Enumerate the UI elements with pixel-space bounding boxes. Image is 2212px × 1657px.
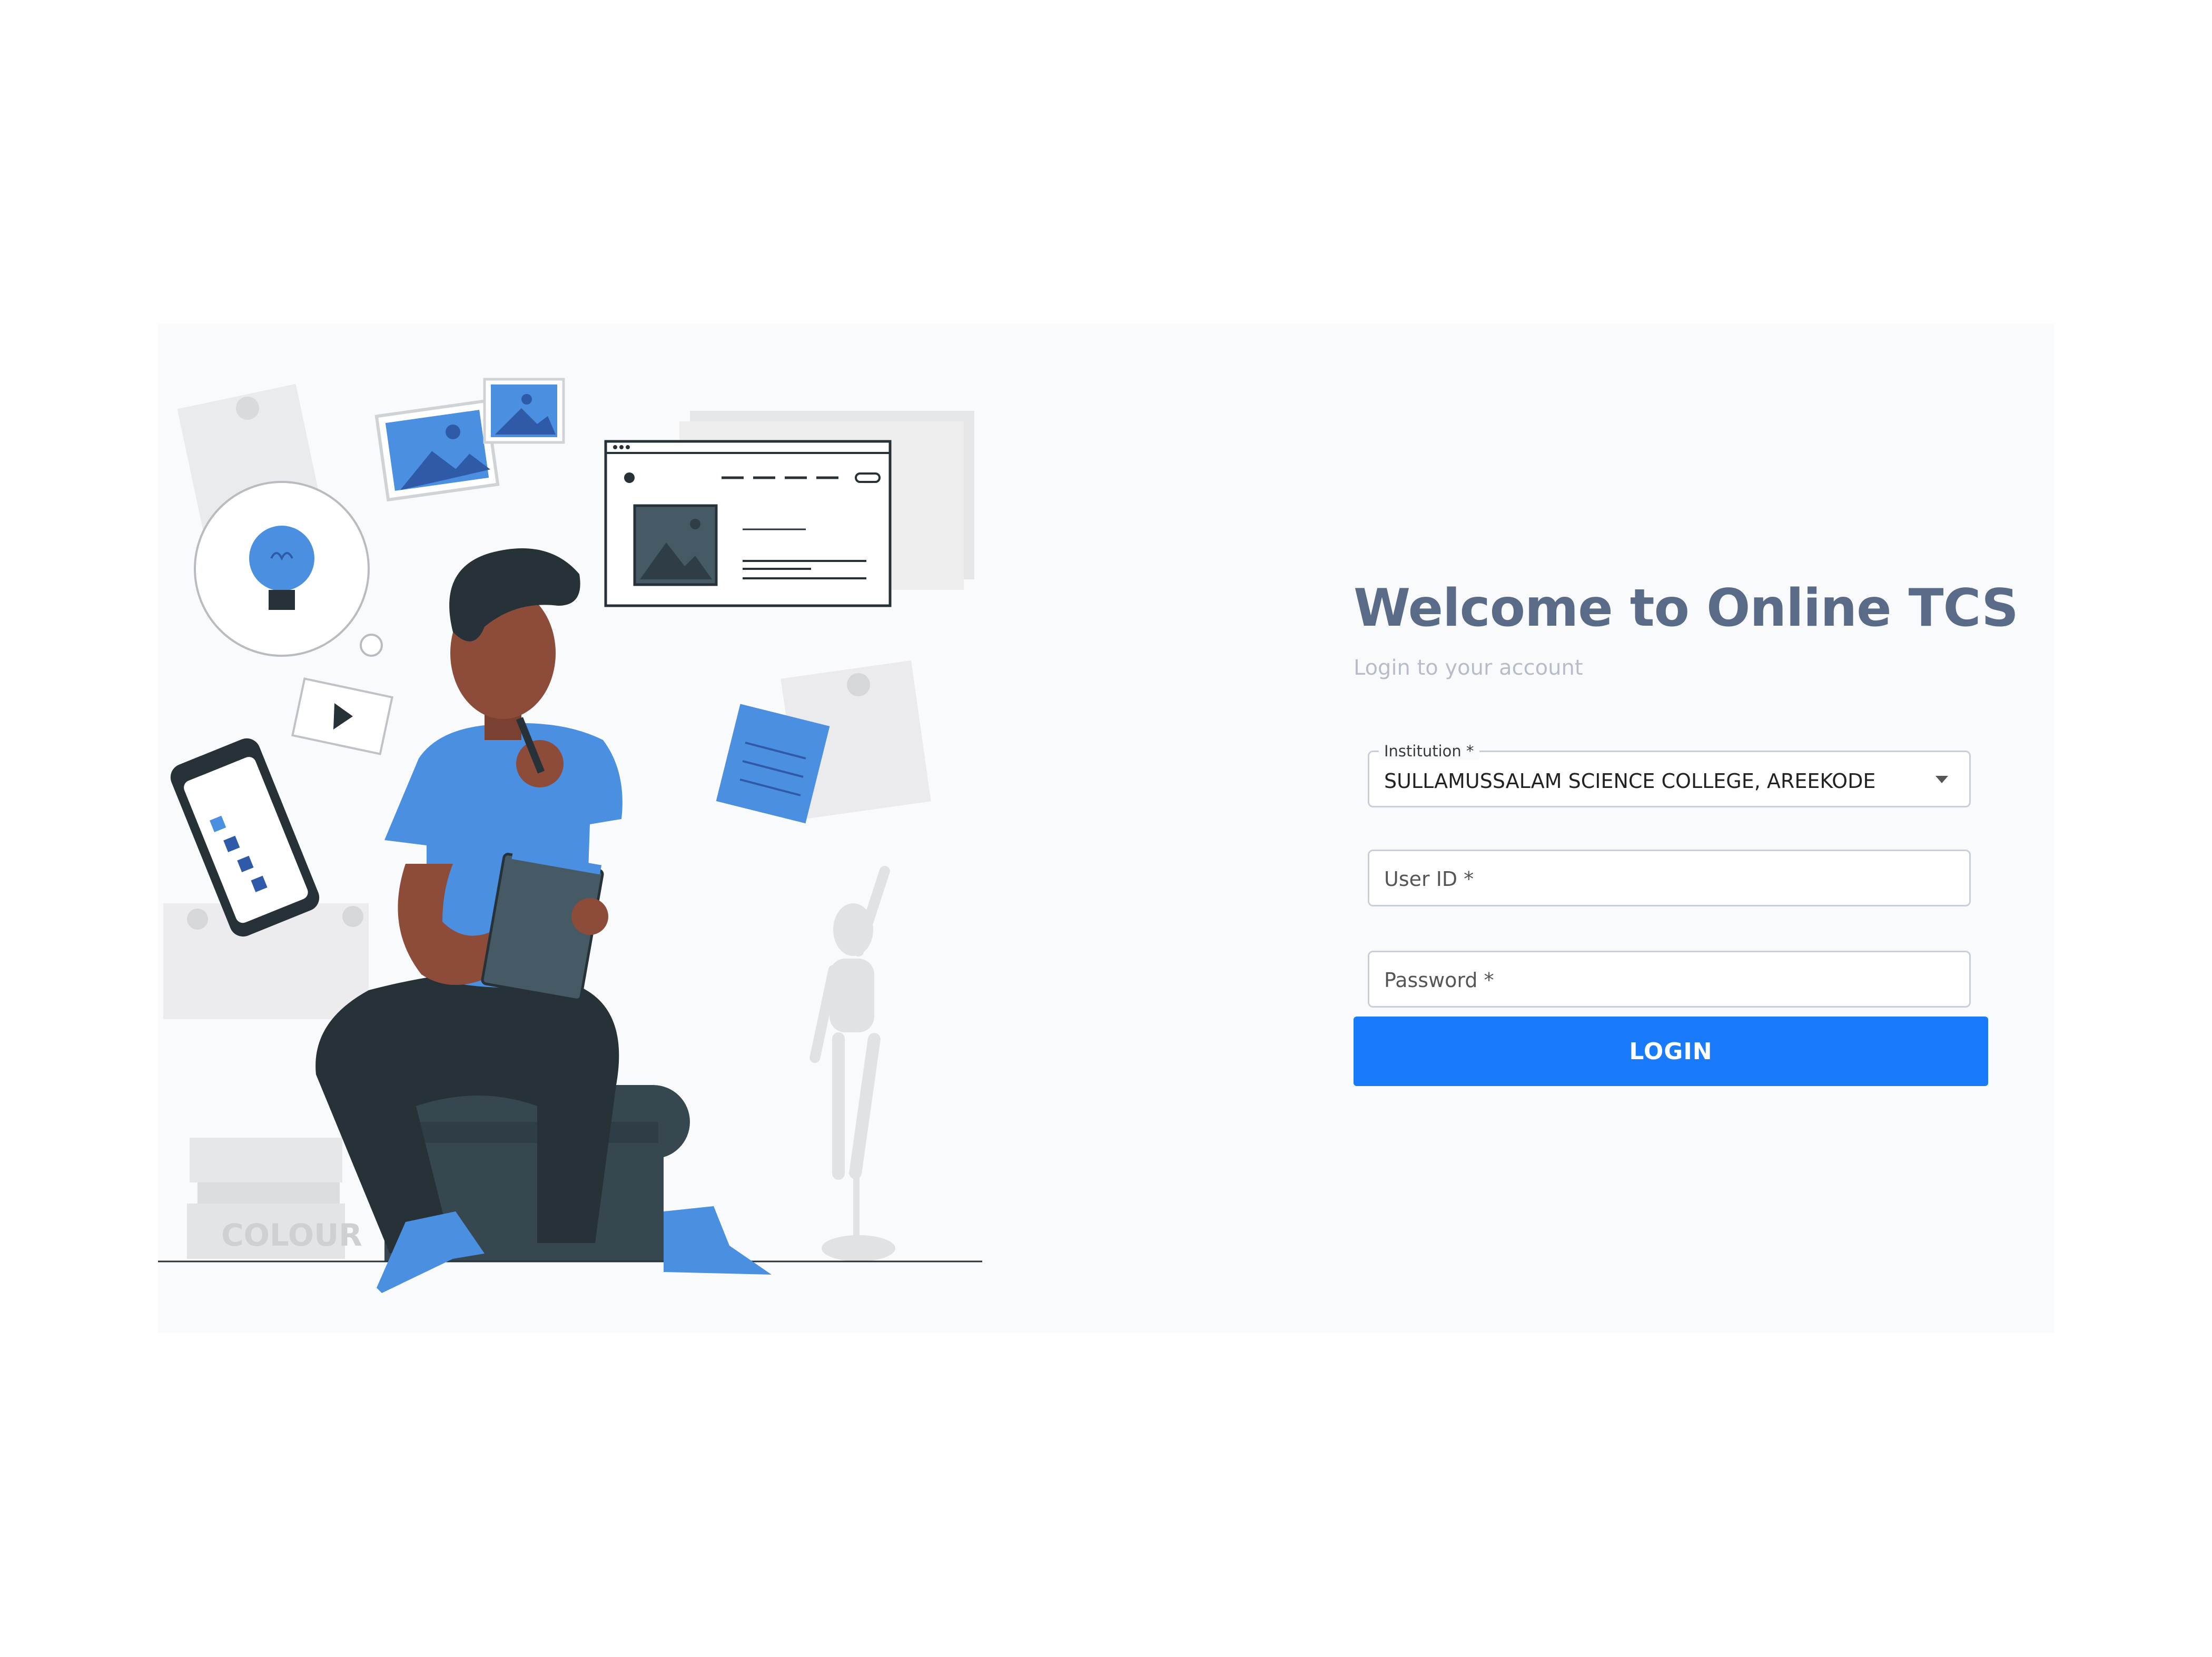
page-title: Welcome to Online TCS — [1354, 578, 2019, 638]
photo-frame-icon — [374, 399, 500, 502]
institution-value: SULLAMUSSALAM SCIENCE COLLEGE, AREEKODE — [1384, 770, 1876, 793]
books-label: COLOUR — [221, 1217, 362, 1253]
password-input[interactable] — [1369, 952, 1971, 1007]
lightbulb-icon — [194, 481, 383, 657]
photo-frame-small-icon — [483, 378, 565, 444]
login-form: Welcome to Online TCS Login to your acco… — [1354, 577, 2019, 1086]
user-id-field[interactable]: User ID * — [1368, 850, 1971, 906]
books-stack: COLOUR — [187, 1138, 362, 1259]
chevron-down-icon[interactable] — [1935, 776, 1948, 783]
user-id-input[interactable] — [1369, 851, 1971, 906]
browser-window-icon — [604, 440, 892, 607]
mannequin-figure — [809, 865, 895, 1261]
institution-label: Institution * — [1379, 742, 1479, 760]
hero-illustration: COLOUR — [158, 358, 1001, 1296]
login-card: COLOUR Welcome to Online TCS Login to yo… — [158, 324, 2054, 1333]
person-illustration — [315, 548, 772, 1293]
institution-select[interactable]: Institution * SULLAMUSSALAM SCIENCE COLL… — [1368, 742, 1971, 807]
password-field[interactable]: Password * — [1368, 951, 1971, 1008]
video-card-icon — [291, 677, 393, 755]
login-button[interactable]: LOGIN — [1354, 1017, 1988, 1086]
page-subtitle: Login to your account — [1354, 656, 1583, 680]
